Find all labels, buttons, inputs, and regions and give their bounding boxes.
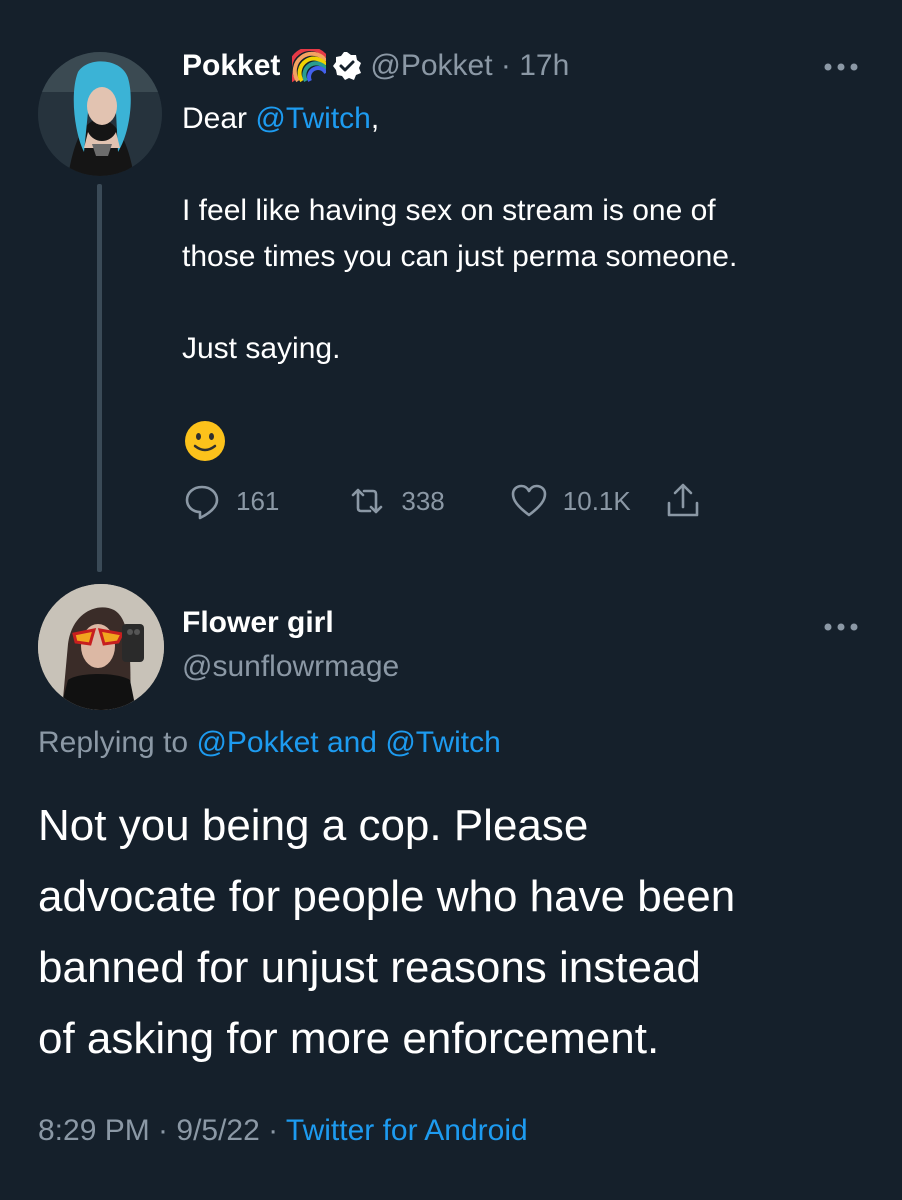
pokket-avatar-image bbox=[38, 52, 162, 176]
tweet2-timestamp-line: 8:29 PM · 9/5/22 · Twitter for Android bbox=[38, 1114, 528, 1148]
thread-line bbox=[97, 184, 102, 572]
reply-count: 161 bbox=[236, 485, 280, 516]
pokket-avatar[interactable] bbox=[38, 52, 162, 176]
mention-link[interactable]: @Twitch bbox=[255, 102, 370, 135]
like-count: 10.1K bbox=[562, 485, 631, 516]
retweet-icon bbox=[352, 488, 383, 514]
tweet1-action-bar: 161 338 10.1K bbox=[182, 478, 703, 524]
greeting-suffix: , bbox=[370, 102, 380, 135]
tweet1-line: those times you can just perma someone. bbox=[182, 240, 738, 273]
verified-badge-icon bbox=[333, 52, 362, 80]
tweet2-line: advocate for people who have been bbox=[38, 872, 736, 921]
replying-prefix: Replying to bbox=[38, 726, 197, 759]
timestamp[interactable]: 8:29 PM · 9/5/22 · bbox=[38, 1114, 286, 1147]
slightly-smiling-face-icon bbox=[185, 421, 225, 461]
replying-mentions-link[interactable]: @Pokket and @Twitch bbox=[196, 726, 500, 759]
heart-icon bbox=[511, 484, 547, 517]
tweet2-author-handle[interactable]: @sunflowrmage bbox=[182, 650, 399, 684]
retweet-button[interactable]: 338 bbox=[347, 481, 445, 521]
more-options-icon[interactable] bbox=[822, 620, 860, 634]
reply-icon bbox=[185, 485, 219, 520]
reply-button[interactable]: 161 bbox=[182, 481, 279, 521]
tweet2-line: Not you being a cop. Please bbox=[38, 801, 589, 850]
replying-to-line: Replying to @Pokket and @Twitch bbox=[38, 726, 501, 760]
source-link[interactable]: Twitter for Android bbox=[286, 1114, 528, 1147]
like-button[interactable]: 10.1K bbox=[509, 481, 631, 521]
tweet1-handle-time: @Pokket · 17h bbox=[370, 49, 570, 82]
tweet2-line: of asking for more enforcement. bbox=[38, 1014, 660, 1063]
flower-girl-avatar-image bbox=[38, 584, 164, 710]
tweet1-header: Pokket @Pokket · 17h bbox=[182, 44, 569, 88]
share-button[interactable] bbox=[663, 481, 703, 521]
flower-girl-avatar[interactable] bbox=[38, 584, 164, 710]
tweet1-greeting: Dear @Twitch, bbox=[182, 96, 872, 142]
tweet1-line: I feel like having sex on stream is one … bbox=[182, 194, 716, 227]
tweet2-author-name[interactable]: Flower girl bbox=[182, 606, 334, 640]
tweet1-line: Just saying. bbox=[182, 332, 341, 365]
tweet2-text: Not you being a cop. Please advocate for… bbox=[38, 790, 878, 1074]
retweet-count: 338 bbox=[401, 485, 445, 516]
more-options-icon[interactable] bbox=[822, 60, 860, 74]
share-icon bbox=[667, 483, 699, 517]
greeting-prefix: Dear bbox=[182, 102, 256, 135]
rainbow-icon bbox=[292, 49, 327, 83]
tweet1-author-name[interactable]: Pokket bbox=[182, 49, 280, 83]
tweet1-text: Dear @Twitch, I feel like having sex on … bbox=[182, 96, 872, 372]
tweet2-line: banned for unjust reasons instead bbox=[38, 943, 701, 992]
